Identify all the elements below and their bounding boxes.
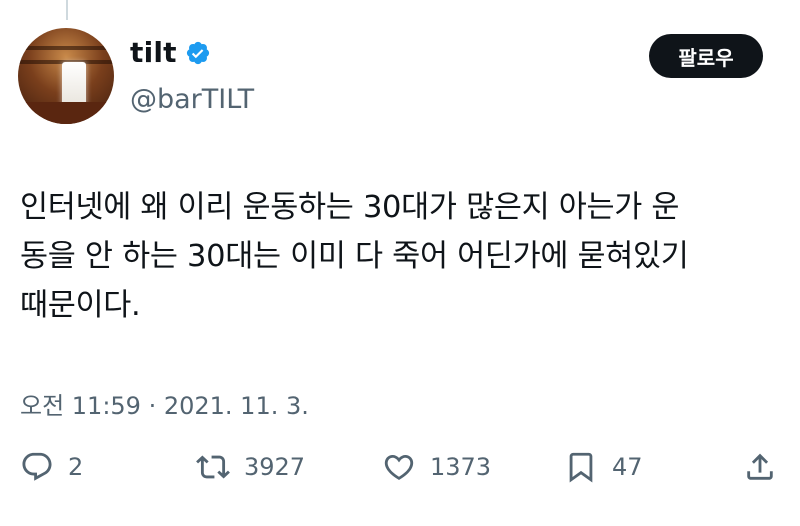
retweet-count: 3927 bbox=[244, 453, 306, 481]
action-bar: 2 3927 1373 47 bbox=[0, 450, 800, 498]
heart-icon bbox=[382, 450, 416, 484]
author-name-row: tilt bbox=[130, 36, 211, 69]
follow-button[interactable]: 팔로우 bbox=[649, 34, 763, 78]
like-count: 1373 bbox=[430, 453, 492, 481]
user-handle[interactable]: @barTILT bbox=[130, 84, 254, 115]
tweet-text: 인터넷에 왜 이리 운동하는 30대가 많은지 아는가 운 동을 안 하는 30… bbox=[20, 183, 780, 330]
retweet-button[interactable]: 3927 bbox=[196, 450, 305, 484]
avatar[interactable] bbox=[18, 28, 114, 124]
verified-badge-icon bbox=[185, 40, 211, 66]
share-icon bbox=[743, 450, 777, 484]
display-name[interactable]: tilt bbox=[130, 36, 177, 69]
tweet-text-line: 인터넷에 왜 이리 운동하는 30대가 많은지 아는가 운 bbox=[20, 190, 680, 225]
share-button[interactable] bbox=[743, 450, 777, 484]
reply-count: 2 bbox=[68, 453, 84, 481]
bookmark-button[interactable]: 47 bbox=[564, 450, 643, 484]
avatar-shelf bbox=[18, 46, 114, 50]
bookmark-count: 47 bbox=[612, 453, 643, 481]
tweet-timestamp[interactable]: 오전 11:59 · 2021. 11. 3. bbox=[20, 386, 309, 421]
reply-icon bbox=[20, 450, 54, 484]
tweet-text-line: 때문이다. bbox=[20, 288, 141, 323]
thread-connector-line bbox=[66, 0, 68, 20]
bookmark-icon bbox=[564, 450, 598, 484]
tweet-text-line: 동을 안 하는 30대는 이미 다 죽어 어딘가에 묻혀있기 bbox=[20, 239, 689, 274]
retweet-icon bbox=[196, 450, 230, 484]
avatar-bar-counter bbox=[18, 102, 114, 124]
like-button[interactable]: 1373 bbox=[382, 450, 491, 484]
reply-button[interactable]: 2 bbox=[20, 450, 83, 484]
